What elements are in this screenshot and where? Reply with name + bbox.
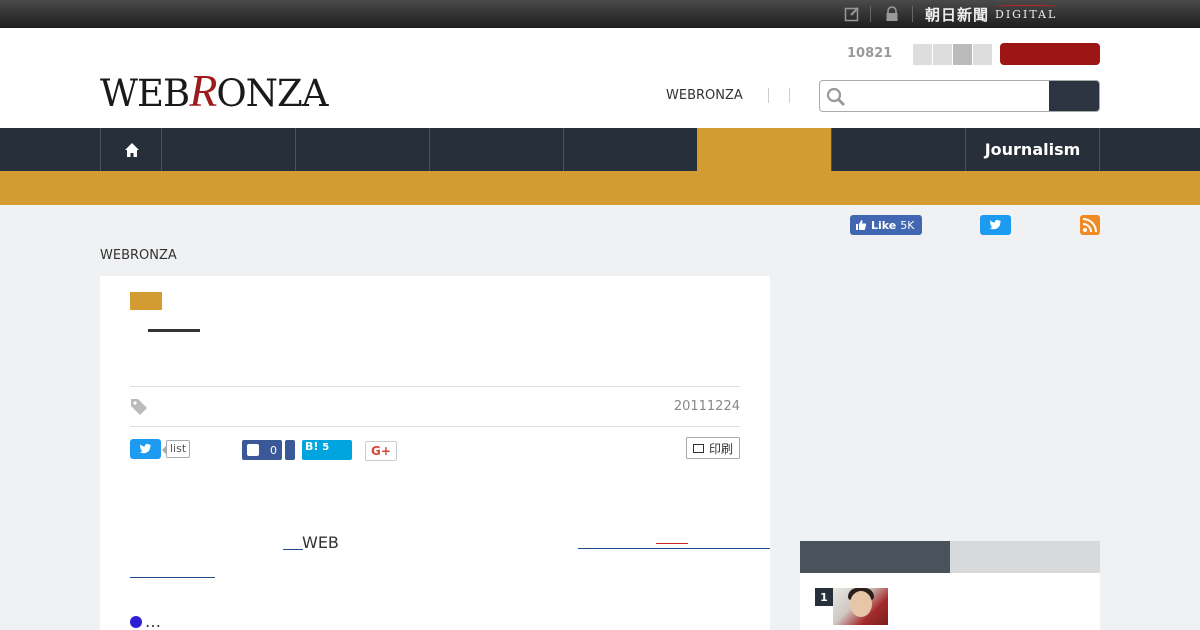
asahi-digital-logo[interactable]: 朝日新聞 DIGITAL (925, 4, 1058, 24)
search-button[interactable] (1049, 81, 1099, 111)
article-link[interactable] (578, 548, 770, 549)
bullet-item: … (130, 612, 161, 630)
font-size-xlarge-button[interactable] (973, 44, 992, 65)
nav-item-journalism[interactable]: Journalism (965, 128, 1100, 171)
thumbnail-face (850, 591, 872, 617)
divider (130, 426, 740, 427)
twitter-list-count[interactable]: list (161, 440, 191, 458)
site-header: WEB R ONZA 10821 WEBRONZA (0, 28, 1200, 128)
hatena-icon: B! (305, 440, 319, 453)
thumbs-up-icon (856, 220, 867, 230)
twitter-icon (989, 219, 1001, 230)
facebook-share-button[interactable]: 0 (242, 440, 282, 460)
nav-home[interactable] (100, 128, 162, 171)
fb-like-count: 5K (900, 218, 915, 232)
article-link[interactable] (130, 577, 215, 578)
google-plus-button[interactable]: G+ (365, 441, 397, 461)
bullet-dot-icon (130, 615, 142, 628)
hatena-count: 5 (322, 442, 330, 453)
search-icon (826, 87, 845, 106)
nav-item-active[interactable] (697, 128, 832, 171)
facebook-extra-button[interactable] (285, 440, 295, 460)
article-card: 20111224 list 0 B! 5 G+ 印刷 WEB … (100, 276, 770, 630)
print-button[interactable]: 印刷 (686, 437, 740, 459)
twitter-share-button[interactable] (130, 439, 161, 459)
fb-like-label: Like (871, 218, 897, 232)
logo-part-web: WEB (100, 72, 190, 115)
breadcrumb[interactable]: WEBRONZA (100, 248, 177, 263)
nav-item-1[interactable] (161, 128, 296, 171)
nav-item-3[interactable] (429, 128, 564, 171)
nav-item-2[interactable] (295, 128, 430, 171)
ranking-tabs (800, 541, 1100, 573)
nav-item-6[interactable] (831, 128, 966, 171)
nav-item-4[interactable] (563, 128, 698, 171)
ranking-tab-active[interactable] (800, 541, 950, 573)
topbar-divider (912, 6, 913, 22)
facebook-icon (247, 444, 259, 456)
body-text: WEB (302, 533, 339, 552)
bullet-text: … (145, 612, 161, 630)
top-bar: 朝日新聞 DIGITAL (0, 0, 1200, 28)
divider (130, 386, 740, 387)
tag-icon (131, 399, 147, 415)
print-label: 印刷 (708, 441, 733, 456)
main-nav: Journalism (0, 128, 1200, 171)
asahi-logo-jp: 朝日新聞 (925, 5, 990, 24)
header-divider (768, 88, 769, 103)
font-size-medium-button[interactable] (933, 44, 952, 65)
topbar-divider (870, 6, 871, 22)
facebook-like-button[interactable]: Like 5K (850, 215, 922, 235)
rss-icon (1082, 218, 1097, 233)
category-badge[interactable] (130, 292, 162, 310)
link-underline (283, 549, 303, 550)
sub-nav-bar (0, 171, 1200, 205)
rank-number: 1 (815, 588, 833, 606)
font-size-large-button[interactable] (953, 44, 972, 65)
fb-share-count: 0 (270, 443, 277, 457)
ranking-thumbnail[interactable] (833, 588, 888, 625)
lock-icon[interactable] (884, 6, 900, 22)
logo-part-r: R (189, 65, 217, 116)
asahi-logo-en: DIGITAL (995, 4, 1058, 21)
highlight-underline (656, 543, 688, 544)
font-size-switcher (913, 44, 993, 65)
search-input[interactable] (848, 81, 1048, 111)
webronza-link[interactable]: WEBRONZA (666, 88, 743, 103)
twitter-icon (139, 443, 151, 454)
hatena-bookmark-button[interactable]: B! 5 (302, 440, 352, 460)
edit-icon[interactable] (844, 6, 860, 22)
ranking-tab-inactive[interactable] (950, 541, 1100, 573)
home-icon (124, 142, 139, 157)
printer-icon (692, 443, 704, 453)
rss-button[interactable] (1080, 215, 1100, 235)
search-box (819, 80, 1100, 112)
ranking-panel: 1 (800, 573, 1100, 630)
title-underline (148, 329, 200, 332)
publish-date: 20111224 (673, 399, 740, 414)
twitter-follow-button[interactable] (980, 215, 1011, 235)
font-size-small-button[interactable] (913, 44, 932, 65)
header-divider (789, 88, 790, 103)
logo-part-onza: ONZA (216, 72, 328, 115)
member-count: 10821 (847, 46, 893, 61)
webronza-logo[interactable]: WEB R ONZA (100, 64, 328, 117)
login-button[interactable] (1000, 43, 1100, 65)
